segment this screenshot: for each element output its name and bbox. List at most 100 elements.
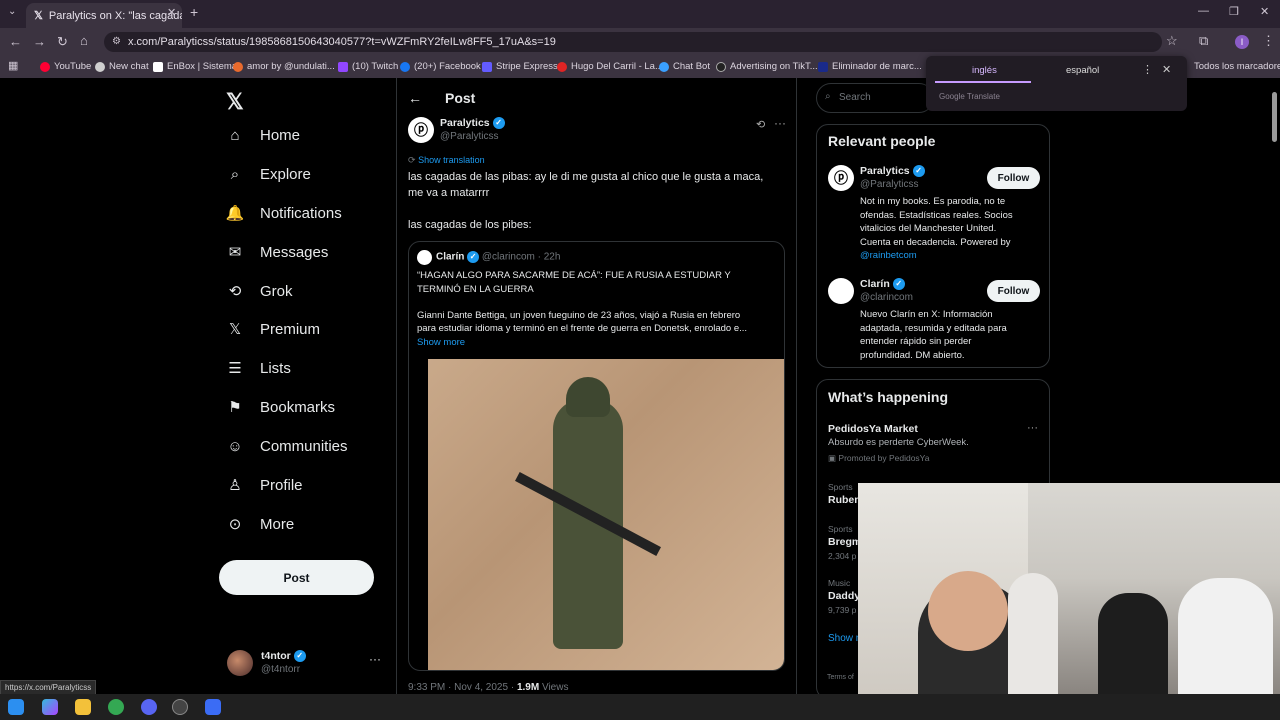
person-handle: @Paralyticss (860, 179, 919, 190)
star-icon[interactable]: ☆ (1166, 33, 1178, 49)
avatar[interactable] (828, 278, 854, 304)
sidebar-item-communities[interactable]: ☺ Communities (226, 437, 347, 455)
author-handle[interactable]: @Paralyticss (440, 131, 499, 142)
author-avatar[interactable]: ⓟ (408, 117, 434, 143)
url-field[interactable]: ⚙ x.com/Paralyticss/status/1985868150643… (104, 32, 1162, 52)
bookmark-youtube[interactable]: YouTube (40, 61, 91, 72)
copilot-icon[interactable] (42, 699, 58, 715)
author-name[interactable]: Paralytics (440, 117, 490, 129)
lang-to-tab[interactable]: español (1066, 65, 1099, 76)
person-name[interactable]: Clarín (860, 278, 890, 290)
terms-link[interactable]: Terms of (827, 674, 854, 681)
all-bookmarks[interactable]: Todos los marcadores (1194, 61, 1280, 72)
page-scrollbar[interactable] (1272, 92, 1277, 142)
trend-title[interactable]: PedidosYa Market (828, 423, 918, 435)
trend-title[interactable]: Bregm (828, 536, 861, 548)
sidebar-item-label: Explore (260, 165, 311, 183)
restore-icon[interactable]: ❐ (1229, 5, 1239, 18)
account-name: t4ntor (261, 650, 291, 662)
app-icon[interactable] (205, 699, 221, 715)
mail-icon: ✉ (228, 244, 242, 261)
bookmark-facebook[interactable]: (20+) Facebook (400, 61, 481, 72)
tab-list-icon[interactable]: ⌄ (8, 6, 16, 17)
windows-start-icon[interactable] (8, 699, 24, 715)
sidebar-item-explore[interactable]: ⌕ Explore (226, 165, 311, 183)
sidebar-item-bookmarks[interactable]: ⚑ Bookmarks (226, 398, 335, 417)
reload-icon[interactable]: ↻ (57, 34, 68, 50)
tiktok-icon (716, 61, 726, 72)
close-icon[interactable]: ✕ (1162, 63, 1171, 76)
soldier-photo[interactable] (428, 359, 784, 670)
lang-from-tab[interactable]: inglés (972, 65, 997, 76)
bookmark-chat-bot[interactable]: Chat Bot (659, 61, 710, 72)
person (1098, 593, 1168, 694)
quoted-post[interactable]: Clarín ✓ @clarincom · 22h “HAGAN ALGO PA… (408, 241, 785, 671)
sidebar-item-home[interactable]: ⌂ Home (226, 126, 300, 144)
back-icon[interactable]: ← (9, 34, 22, 49)
sidebar-item-grok[interactable]: ⟲ Grok (226, 282, 293, 301)
bookmark-stripe[interactable]: Stripe Express (482, 61, 558, 72)
sidebar-item-profile[interactable]: ♙ Profile (226, 476, 302, 495)
extensions-icon[interactable]: ⧉ (1199, 33, 1208, 49)
forward-icon[interactable]: → (33, 34, 46, 49)
grok-icon[interactable]: ⟲ (756, 118, 765, 131)
file-explorer-icon[interactable] (75, 699, 91, 715)
sidebar-item-more[interactable]: ⊙ More (226, 515, 294, 534)
more-dots-icon[interactable]: ··· (774, 116, 786, 130)
sidebar-item-premium[interactable]: 𝕏 Premium (226, 320, 320, 339)
account-switcher[interactable]: t4ntor ✓ @t4ntorr ··· (219, 646, 389, 682)
bookmark-new-chat[interactable]: New chat (95, 61, 149, 72)
home-button-icon[interactable]: ⌂ (80, 33, 88, 48)
minimize-icon[interactable]: — (1198, 5, 1209, 17)
sidebar-item-messages[interactable]: ✉ Messages (226, 243, 329, 262)
post-button[interactable]: Post (219, 560, 374, 595)
bookmark-hugo[interactable]: Hugo Del Carril - La... (557, 61, 663, 72)
trend-title[interactable]: Ruben (828, 494, 861, 506)
bookmark-eliminador[interactable]: Eliminador de marc... (818, 61, 922, 72)
bookmark-tiktok[interactable]: Advertising on TikT... (716, 61, 818, 72)
avatar (227, 650, 253, 676)
sidebar-item-lists[interactable]: ☰ Lists (226, 359, 291, 378)
more-dots-icon[interactable]: ··· (369, 652, 381, 666)
follow-button[interactable]: Follow (987, 167, 1040, 189)
clarin-avatar (417, 250, 432, 265)
quote-body: para estudiar idioma y terminó en el fre… (417, 323, 748, 334)
x-logo-icon: 𝕏 (228, 321, 242, 338)
close-tab-icon[interactable]: ✕ (167, 6, 176, 19)
chrome-icon[interactable] (108, 699, 124, 715)
apps-grid-icon[interactable]: ▦ (8, 59, 18, 72)
bookmark-twitch[interactable]: (10) Twitch (338, 61, 398, 72)
translate-menu-icon[interactable]: ⋮ (1142, 63, 1153, 76)
back-arrow-icon[interactable]: ← (408, 90, 422, 106)
sidebar-item-notifications[interactable]: 🔔 Notifications (226, 204, 342, 223)
show-more-link[interactable]: Show more (417, 337, 465, 348)
browser-tab[interactable]: 𝕏 Paralytics on X: "las cagadas de (26, 3, 182, 28)
profile-avatar-icon[interactable]: I (1235, 35, 1249, 49)
verified-icon: ✓ (492, 117, 505, 130)
trend-title[interactable]: Daddy (828, 590, 860, 602)
eliminador-icon (818, 61, 828, 72)
avatar[interactable]: ⓟ (828, 165, 854, 191)
bookmark-amor[interactable]: amor by @undulati... (233, 61, 335, 72)
views-label: Views (541, 682, 569, 693)
post-timestamp[interactable]: 9:33 PM · Nov 4, 2025 · (408, 682, 514, 693)
bio-link[interactable]: @rainbetcom (860, 249, 1013, 263)
obs-icon[interactable] (172, 699, 188, 715)
search-input[interactable]: ⌕ Search (816, 83, 934, 113)
stripe-icon (482, 61, 492, 72)
discord-icon[interactable] (141, 699, 157, 715)
close-window-icon[interactable]: ✕ (1260, 5, 1269, 18)
new-tab-icon[interactable]: + (190, 4, 198, 20)
more-dots-icon[interactable]: ··· (1027, 422, 1038, 434)
person-name[interactable]: Paralytics (860, 165, 910, 177)
x-logo-icon[interactable]: 𝕏 (226, 89, 244, 115)
trend-category: Sports (828, 524, 853, 534)
post-text-line: las cagadas de las pibas: ay le di me gu… (408, 171, 764, 183)
site-info-icon[interactable]: ⚙ (112, 36, 121, 47)
show-translation-link[interactable]: ⟳ Show translation (408, 155, 485, 166)
follow-button[interactable]: Follow (987, 280, 1040, 302)
menu-dots-icon[interactable]: ⋮ (1262, 33, 1275, 49)
bookmark-enbox[interactable]: EnBox | Sistema (153, 61, 237, 72)
person-icon: ♙ (228, 477, 242, 494)
webcam-overlay (858, 483, 1280, 694)
